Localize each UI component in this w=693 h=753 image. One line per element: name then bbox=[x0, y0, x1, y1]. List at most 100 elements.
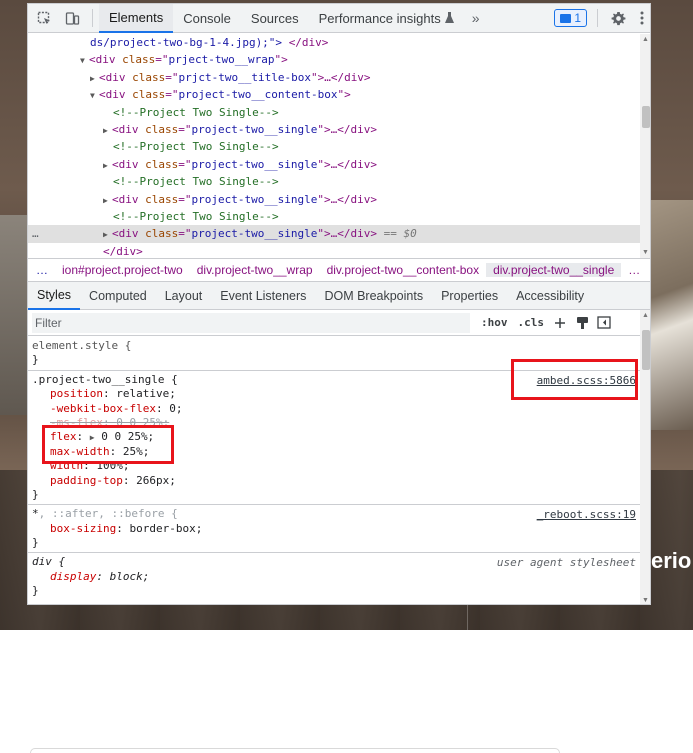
expand-triangle-icon[interactable]: ▶ bbox=[90, 70, 99, 87]
open-tag-text: <div bbox=[89, 53, 123, 67]
toggle-computed-sidebar-icon[interactable] bbox=[593, 313, 615, 333]
rule-selector[interactable]: element.style { bbox=[32, 339, 640, 353]
tab-accessibility[interactable]: Accessibility bbox=[507, 282, 593, 310]
attr-value-text: project-two__content-box bbox=[178, 88, 338, 102]
tree-comment[interactable]: <!--Project Two Single--> bbox=[28, 208, 640, 225]
more-tabs-button[interactable]: » bbox=[464, 10, 488, 26]
issues-badge-button[interactable]: 1 bbox=[554, 9, 587, 27]
tree-node-wrap[interactable]: ▼ <div class="prject-two__wrap"> bbox=[28, 51, 640, 68]
tab-dom-breakpoints[interactable]: DOM Breakpoints bbox=[315, 282, 432, 310]
css-declaration[interactable]: -webkit-box-flex: 0; bbox=[32, 402, 640, 416]
property-name: -webkit-box-flex bbox=[50, 401, 156, 415]
tag-close-text: ">…</div> bbox=[317, 157, 377, 171]
attr-name-text: class bbox=[145, 192, 179, 206]
tree-close-tag[interactable]: </div> bbox=[28, 243, 640, 258]
attr-value-text: prject-two__wrap bbox=[168, 53, 275, 67]
background-heading-fragment: erio bbox=[651, 548, 692, 573]
breadcrumb-overflow-end[interactable]: … bbox=[621, 263, 647, 277]
styles-scrollbar-thumb[interactable] bbox=[642, 330, 650, 370]
css-declaration[interactable]: padding-top: 266px; bbox=[32, 474, 640, 488]
breadcrumb-overflow[interactable]: … bbox=[28, 263, 55, 277]
attr-eq-text: =" bbox=[165, 88, 179, 102]
tab-layout[interactable]: Layout bbox=[156, 282, 212, 310]
tree-comment[interactable]: <!--Project Two Single--> bbox=[28, 104, 640, 121]
expand-triangle-icon[interactable]: ▶ bbox=[103, 226, 112, 243]
tree-node-title-box[interactable]: ▶ <div class="prjct-two__title-box">…</di… bbox=[28, 69, 640, 86]
tab-properties[interactable]: Properties bbox=[432, 282, 507, 310]
node-actions-ellipsis[interactable]: … bbox=[32, 225, 39, 242]
scroll-down-arrow-icon[interactable]: ▼ bbox=[642, 597, 649, 604]
tag-close-text: ">…</div> bbox=[317, 192, 377, 206]
rule-source-link[interactable]: _reboot.scss:19 bbox=[537, 508, 636, 521]
class-toggle[interactable]: .cls bbox=[513, 316, 550, 329]
breadcrumb-single[interactable]: div.project-two__single bbox=[486, 263, 622, 277]
expand-triangle-icon[interactable]: ▶ bbox=[103, 157, 112, 174]
page-bottom-outline bbox=[30, 748, 560, 753]
attr-name-text: class bbox=[145, 227, 179, 241]
scroll-up-arrow-icon[interactable]: ▲ bbox=[642, 312, 649, 319]
breadcrumb: … ion#project.project-two div.project-tw… bbox=[28, 258, 650, 282]
attr-name-text: class bbox=[145, 122, 179, 136]
rule-user-agent-div: user agent stylesheet div { display: blo… bbox=[28, 553, 640, 600]
scroll-down-arrow-icon[interactable]: ▼ bbox=[642, 249, 649, 256]
selector-rest: , ::after, ::before { bbox=[38, 507, 178, 521]
tab-console[interactable]: Console bbox=[173, 4, 241, 33]
hover-state-toggle[interactable]: :hov bbox=[476, 316, 513, 329]
tree-node-single[interactable]: ▶ <div class="project-two__single">…</div… bbox=[28, 191, 640, 208]
property-value: block; bbox=[109, 569, 150, 583]
attr-name-text: class bbox=[132, 88, 166, 102]
property-value: 266px; bbox=[136, 473, 176, 487]
tree-node-single[interactable]: ▶ <div class="project-two__single">…</div… bbox=[28, 121, 640, 138]
styles-filter-input[interactable] bbox=[32, 312, 470, 333]
tag-close-text: ">…</div> bbox=[317, 122, 377, 136]
scroll-up-arrow-icon[interactable]: ▲ bbox=[642, 36, 649, 43]
property-name: padding-top bbox=[50, 473, 123, 487]
css-declaration[interactable]: display: block; bbox=[32, 570, 640, 584]
styles-scrollbar[interactable]: ▲ ▼ bbox=[640, 310, 650, 604]
rule-close-brace: } bbox=[32, 536, 39, 550]
tree-node-single[interactable]: ▶ <div class="project-two__single">…</div… bbox=[28, 156, 640, 173]
attr-value-text: prjct-two__title-box bbox=[178, 70, 311, 84]
inspect-element-icon[interactable] bbox=[30, 4, 58, 33]
attr-name-text: class bbox=[145, 157, 179, 171]
breadcrumb-section[interactable]: ion#project.project-two bbox=[55, 263, 190, 277]
tag-close-text: "> bbox=[274, 53, 288, 67]
collapse-triangle-icon[interactable]: ▼ bbox=[90, 87, 99, 104]
tab-elements[interactable]: Elements bbox=[99, 4, 174, 33]
property-name: display bbox=[50, 569, 97, 583]
toolbar-separator bbox=[92, 9, 93, 27]
tree-scrollbar-thumb[interactable] bbox=[642, 106, 650, 128]
experiment-flask-icon bbox=[444, 11, 454, 26]
comment-text: <!--Project Two Single--> bbox=[113, 140, 279, 154]
styles-filter-bar: :hov .cls bbox=[28, 310, 640, 336]
attr-eq-text: =" bbox=[178, 157, 192, 171]
new-style-rule-plus-icon[interactable] bbox=[549, 313, 571, 333]
tree-node-content-box[interactable]: ▼ <div class="project-two__content-box"> bbox=[28, 86, 640, 103]
tree-scrollbar[interactable]: ▲ ▼ bbox=[640, 34, 650, 258]
expand-triangle-icon[interactable]: ▶ bbox=[103, 122, 112, 139]
tab-sources[interactable]: Sources bbox=[241, 4, 309, 33]
tab-computed[interactable]: Computed bbox=[80, 282, 156, 310]
rule-close-brace: } bbox=[32, 584, 39, 598]
breadcrumb-wrap[interactable]: div.project-two__wrap bbox=[190, 263, 320, 277]
element-state-paint-icon[interactable] bbox=[571, 313, 593, 333]
toolbar-separator-right bbox=[597, 9, 598, 27]
tab-styles[interactable]: Styles bbox=[28, 282, 81, 310]
breadcrumb-content-box[interactable]: div.project-two__content-box bbox=[320, 263, 487, 277]
tree-comment[interactable]: <!--Project Two Single--> bbox=[28, 173, 640, 190]
selector-main: * bbox=[32, 507, 39, 521]
expand-triangle-icon[interactable]: ▶ bbox=[103, 192, 112, 209]
tab-event-listeners[interactable]: Event Listeners bbox=[211, 282, 315, 310]
open-tag-text: <div bbox=[112, 157, 146, 171]
settings-gear-icon[interactable] bbox=[604, 4, 632, 33]
tree-node-line[interactable]: ds/project-two-bg-1-4.jpg);"> </div> bbox=[28, 34, 640, 51]
css-declaration[interactable]: box-sizing: border-box; bbox=[32, 522, 640, 536]
tab-performance-insights[interactable]: Performance insights bbox=[309, 4, 464, 33]
collapse-triangle-icon[interactable]: ▼ bbox=[80, 52, 89, 69]
tree-comment[interactable]: <!--Project Two Single--> bbox=[28, 138, 640, 155]
device-toolbar-icon[interactable] bbox=[58, 4, 86, 33]
more-options-kebab-icon[interactable] bbox=[632, 4, 650, 33]
attr-value-text: project-two__single bbox=[191, 157, 318, 171]
styles-pane-tabs: Styles Computed Layout Event Listeners D… bbox=[28, 282, 650, 310]
tree-node-single-selected[interactable]: … ▶ <div class="project-two__single">…</d… bbox=[28, 225, 640, 243]
